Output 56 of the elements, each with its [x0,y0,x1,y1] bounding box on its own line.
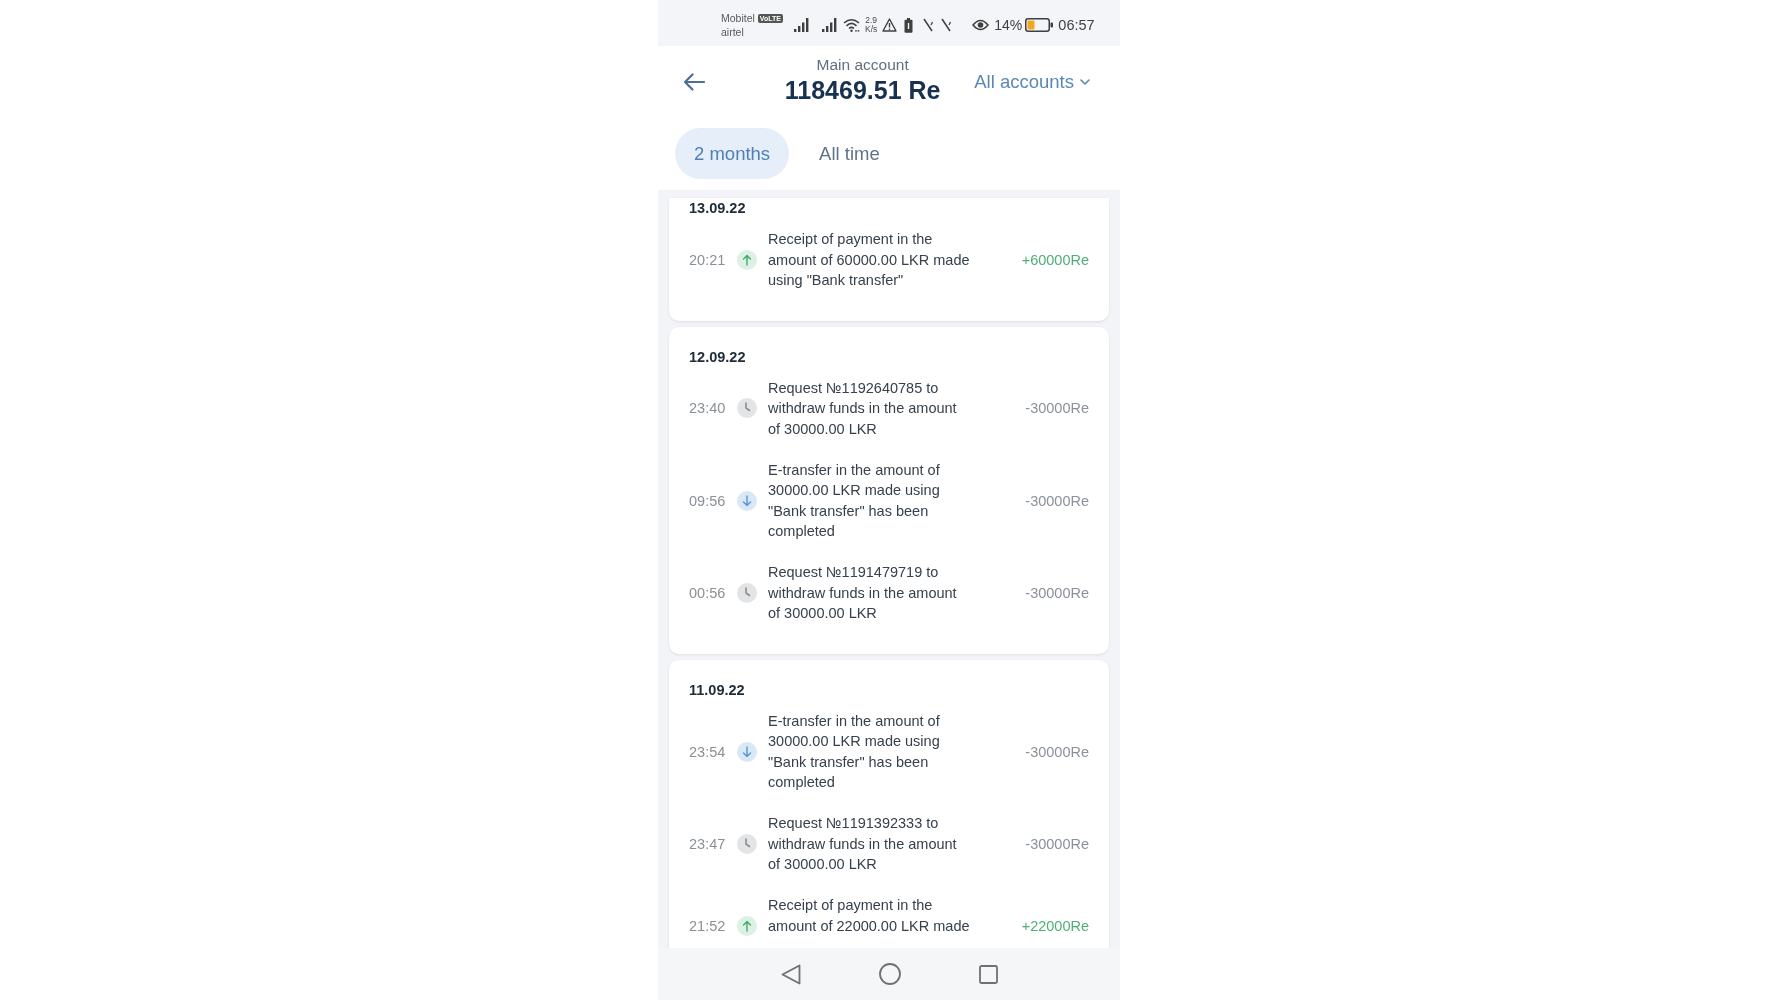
data-speed-unit: K/s [865,25,878,34]
transaction-description: Receipt of payment in the amount of 60000.00 LKR made using "Bank transfer" [768,230,971,290]
transaction-time: 09:56 [689,491,727,511]
period-tab[interactable]: All time [800,128,899,179]
account-selector[interactable]: All accounts [974,70,1090,93]
transaction-description: Request №1191479719 to withdraw funds in the amount of 30000.00 LKR [768,563,958,623]
transaction-amount: -30000Re [1024,583,1089,603]
back-icon[interactable] [780,963,801,985]
data-speed-value: 2.9 [865,16,878,25]
transaction-time: 23:54 [689,742,727,762]
slash-icon [923,18,936,32]
status-time: 06:57 [1058,17,1095,33]
transaction-time: 20:21 [689,250,727,270]
transaction-amount: -30000Re [1024,491,1089,511]
day-date: 11.09.22 [689,680,746,700]
chevron-down-icon [1080,78,1090,85]
battery-percent: 14% [994,17,1023,33]
transaction-description: Receipt of payment in the amount of 22000.00 LKR made [768,896,971,936]
clock-icon [737,833,757,854]
transaction-amount: +22000Re [1020,916,1089,936]
battery-icon [1025,18,1054,32]
transaction-description: E-transfer in the amount of 30000.00 LKR made using "Bank transfer" has been completed [768,460,941,541]
arrow-up-icon [737,915,757,936]
transaction-time: 21:52 [689,916,727,936]
wifi-icon [843,18,860,32]
account-balance: 118469.51 Re [784,75,941,106]
clock-icon [737,398,757,419]
transaction-description: Request №1191392333 to withdraw funds in the amount of 30000.00 LKR [768,814,958,874]
carrier-name: Mobitel [721,11,755,25]
arrow-down-icon [737,490,757,511]
day-date: 13.09.22 [689,199,747,218]
transaction-time: 23:40 [689,399,727,419]
transaction-time: 00:56 [689,583,727,603]
signal-icon [794,18,810,32]
period-tab[interactable]: 2 months [675,128,790,179]
warning-icon [882,18,898,32]
arrow-up-icon [737,249,757,270]
transaction-description: E-transfer in the amount of 30000.00 LKR made using "Bank transfer" has been completed [768,711,941,792]
clock-icon [737,582,757,603]
transaction-amount: +60000Re [1020,250,1089,270]
arrow-left-icon[interactable] [683,72,705,91]
account-label: Main account [816,56,909,74]
transaction-amount: -30000Re [1024,834,1089,854]
transaction-description: Request №1192640785 to withdraw funds in the amount of 30000.00 LKR [768,378,958,439]
signal-icon [822,18,838,32]
home-icon[interactable] [878,963,901,985]
arrow-down-icon [737,741,757,762]
transaction-time: 23:47 [689,834,727,854]
day-date: 12.09.22 [689,347,747,367]
eye-icon [972,19,990,31]
recent-apps-icon[interactable] [978,964,998,984]
battery-icon [904,17,914,33]
slash-icon [941,18,954,32]
carrier-name: airtel [721,25,744,39]
transaction-amount: -30000Re [1024,399,1089,419]
transaction-amount: -30000Re [1024,742,1089,762]
